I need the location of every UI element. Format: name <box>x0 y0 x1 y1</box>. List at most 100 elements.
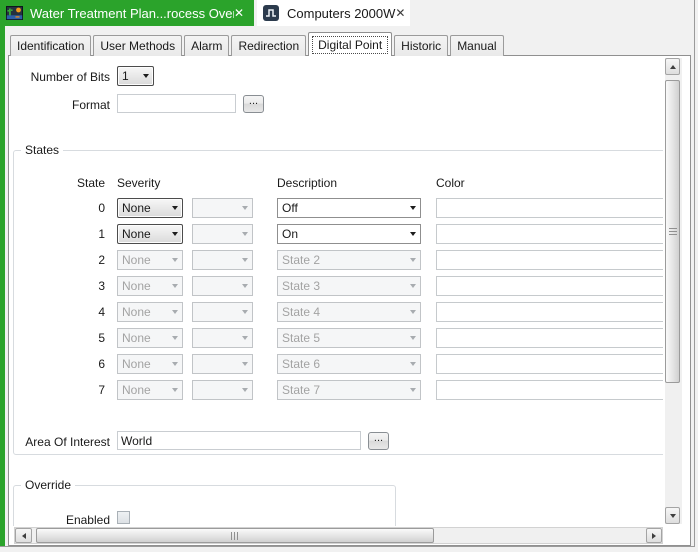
tab-identification[interactable]: Identification <box>10 35 92 56</box>
tab-digital-point[interactable]: Digital Point <box>308 32 393 56</box>
horizontal-scroll-thumb[interactable] <box>36 528 434 543</box>
severity-sub-select <box>192 302 253 322</box>
chevron-down-icon <box>167 329 182 347</box>
description-select: State 5 <box>277 328 421 348</box>
chevron-down-icon <box>167 199 182 217</box>
format-label: Format <box>71 98 110 112</box>
chevron-down-icon <box>237 355 252 373</box>
chevron-down-icon <box>138 67 153 85</box>
color-field[interactable] <box>436 354 663 374</box>
severity-select: None <box>117 354 183 374</box>
scroll-down-button[interactable] <box>665 507 680 524</box>
description-select: State 6 <box>277 354 421 374</box>
column-header-description: Description <box>277 176 338 190</box>
area-of-interest-browse-button[interactable]: ... <box>368 432 389 450</box>
color-field[interactable] <box>436 328 663 348</box>
format-input[interactable] <box>117 94 236 113</box>
area-of-interest-label: Area Of Interest <box>25 435 110 449</box>
property-tab-strip: Identification User Methods Alarm Redire… <box>10 32 506 56</box>
chevron-down-icon <box>237 277 252 295</box>
state-number: 0 <box>98 201 105 215</box>
color-field[interactable] <box>436 198 663 218</box>
severity-sub-select <box>192 276 253 296</box>
severity-sub-select <box>192 380 253 400</box>
state-number: 4 <box>98 305 105 319</box>
column-header-state: State <box>77 176 106 190</box>
severity-sub-select <box>192 328 253 348</box>
state-number: 1 <box>98 227 105 241</box>
column-header-severity: Severity <box>117 176 161 190</box>
chevron-down-icon <box>405 329 420 347</box>
digital-point-form: Number of Bits 1 Format ... States State… <box>9 56 663 526</box>
state-row-7: 7 None State 7 <box>9 380 663 400</box>
tab-manual[interactable]: Manual <box>450 35 504 56</box>
chevron-down-icon <box>405 225 420 243</box>
severity-sub-select <box>192 250 253 270</box>
color-field[interactable] <box>436 224 663 244</box>
point-icon <box>263 5 280 21</box>
state-row-5: 5 None State 5 <box>9 328 663 348</box>
severity-select[interactable]: None <box>117 224 183 244</box>
horizontal-scrollbar[interactable] <box>14 527 663 544</box>
chevron-down-icon <box>237 381 252 399</box>
override-enabled-label: Enabled <box>65 513 110 526</box>
chevron-down-icon <box>167 381 182 399</box>
chevron-down-icon <box>405 381 420 399</box>
chevron-down-icon <box>237 329 252 347</box>
arrow-left-icon <box>21 532 26 539</box>
state-row-0: 0 None Off <box>9 198 663 218</box>
window-tab-computers-2000w[interactable]: Computers 2000W ✕ <box>257 0 410 26</box>
state-number: 6 <box>98 357 105 371</box>
severity-select: None <box>117 302 183 322</box>
color-field[interactable] <box>436 250 663 270</box>
description-select[interactable]: On <box>277 224 421 244</box>
close-icon[interactable]: ✕ <box>234 6 244 20</box>
chevron-down-icon <box>167 303 182 321</box>
number-of-bits-select[interactable]: 1 <box>117 66 154 86</box>
chevron-down-icon <box>167 355 182 373</box>
arrow-down-icon <box>669 513 676 518</box>
override-enabled-checkbox[interactable] <box>117 511 130 524</box>
state-number: 5 <box>98 331 105 345</box>
description-select: State 3 <box>277 276 421 296</box>
severity-select: None <box>117 380 183 400</box>
scroll-right-button[interactable] <box>646 528 662 543</box>
state-row-2: 2 None State 2 <box>9 250 663 270</box>
area-of-interest-input[interactable] <box>117 431 361 450</box>
window-tab-process-overview[interactable]: Water Treatment Plan...rocess Overview ✕ <box>0 0 254 26</box>
severity-select: None <box>117 250 183 270</box>
chevron-down-icon <box>237 251 252 269</box>
severity-select[interactable]: None <box>117 198 183 218</box>
tab-alarm[interactable]: Alarm <box>184 35 230 56</box>
tab-redirection[interactable]: Redirection <box>231 35 307 56</box>
state-row-1: 1 None On <box>9 224 663 244</box>
chevron-down-icon <box>237 303 252 321</box>
scroll-left-button[interactable] <box>15 528 32 543</box>
color-field[interactable] <box>436 302 663 322</box>
vertical-scroll-thumb[interactable] <box>665 80 680 383</box>
window-tab-label: Computers 2000W <box>287 5 396 21</box>
window-tab-label: Water Treatment Plan...rocess Overview <box>30 5 234 21</box>
states-group-label: States <box>21 143 64 157</box>
override-group-label: Override <box>21 478 76 492</box>
column-header-color: Color <box>436 176 465 190</box>
format-browse-button[interactable]: ... <box>243 95 264 113</box>
chevron-down-icon <box>167 225 182 243</box>
severity-sub-select <box>192 224 253 244</box>
close-icon[interactable]: ✕ <box>395 6 405 20</box>
picture-icon <box>6 5 23 21</box>
scroll-up-button[interactable] <box>665 58 680 75</box>
chevron-down-icon <box>237 225 252 243</box>
tab-historic[interactable]: Historic <box>394 35 449 56</box>
color-field[interactable] <box>436 276 663 296</box>
description-select[interactable]: Off <box>277 198 421 218</box>
severity-select: None <box>117 276 183 296</box>
state-number: 7 <box>98 383 105 397</box>
chevron-down-icon <box>405 355 420 373</box>
description-select: State 4 <box>277 302 421 322</box>
severity-select: None <box>117 328 183 348</box>
tab-user-methods[interactable]: User Methods <box>93 35 183 56</box>
vertical-scrollbar[interactable] <box>665 58 682 524</box>
chevron-down-icon <box>405 303 420 321</box>
color-field[interactable] <box>436 380 663 400</box>
